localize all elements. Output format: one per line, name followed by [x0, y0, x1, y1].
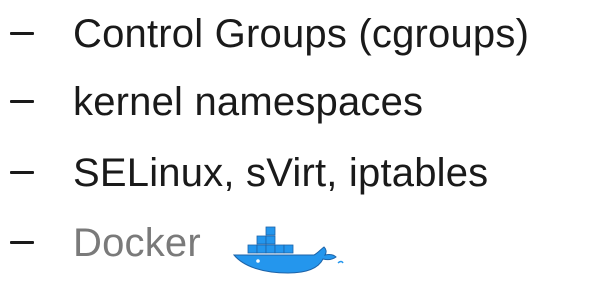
bullet-item-cgroups: Control Groups (cgroups) [0, 0, 604, 70]
bullet-text: SELinux, sVirt, iptables [73, 151, 489, 195]
bullet-item-docker: Docker [0, 209, 604, 279]
bullet-text: Control Groups (cgroups) [73, 12, 530, 56]
bullet-dash [10, 32, 34, 35]
bullet-item-selinux: SELinux, sVirt, iptables [0, 139, 604, 209]
bullet-dash [10, 241, 34, 244]
bullet-text: Docker [73, 221, 201, 265]
bullet-item-namespaces: kernel namespaces [0, 68, 604, 138]
bullet-dash [10, 100, 34, 103]
bullet-dash [10, 171, 34, 174]
docker-whale-icon [232, 226, 344, 274]
slide: Control Groups (cgroups) kernel namespac… [0, 0, 604, 282]
bullet-text: kernel namespaces [73, 80, 424, 124]
